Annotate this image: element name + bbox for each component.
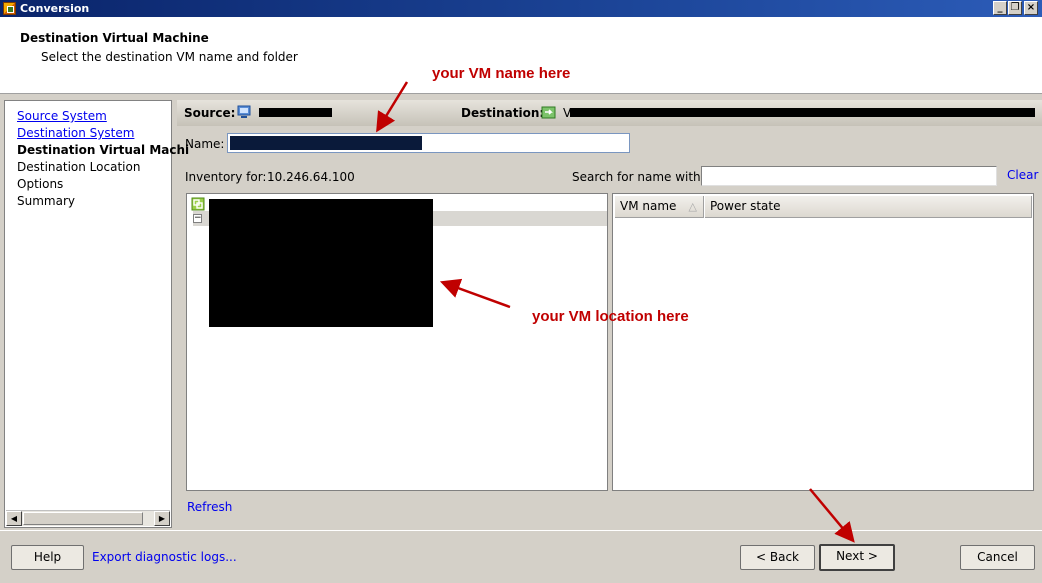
page-subtitle: Select the destination VM name and folde… [41,50,298,64]
refresh-link[interactable]: Refresh [187,500,232,514]
folder-tree[interactable]: − [186,193,608,491]
source-name-redacted [259,108,332,117]
footer-divider [0,530,1042,531]
clear-link[interactable]: Clear [1007,168,1038,182]
source-machine-icon [236,105,252,119]
column-power-state-label: Power state [710,199,781,213]
annotation-vm-location: your VM location here [532,308,689,325]
column-vm-name-label: VM name [620,199,677,213]
back-button[interactable]: < Back [740,545,815,570]
name-label: Name: [185,137,225,151]
scroll-right-icon[interactable]: ▶ [154,511,170,526]
inventory-host: 10.246.64.100 [267,170,355,184]
help-button[interactable]: Help [11,545,84,570]
destination-label: Destination: [461,106,545,120]
search-label: Search for name with: [572,170,705,184]
app-icon [3,2,16,15]
source-destination-bar: Source: Destination: V [177,100,1042,126]
step-summary: Summary [17,194,75,208]
cancel-button[interactable]: Cancel [960,545,1035,570]
annotation-vm-name: your VM name here [432,65,571,82]
next-button[interactable]: Next > [819,544,895,571]
window-title: Conversion [20,2,90,15]
vm-name-input[interactable] [227,133,630,153]
export-diagnostic-logs-link[interactable]: Export diagnostic logs... [92,550,237,564]
restore-button[interactable]: ❐ [1008,1,1022,15]
scroll-left-icon[interactable]: ◀ [6,511,22,526]
destination-vm-icon [541,105,557,120]
datacenter-icon [191,197,205,211]
scroll-thumb[interactable] [23,512,143,525]
step-source-system[interactable]: Source System [17,109,107,123]
inventory-label: Inventory for: [185,170,267,184]
step-destination-system[interactable]: Destination System [17,126,134,140]
wizard-footer: Help Export diagnostic logs... < Back Ne… [0,530,1042,583]
column-power-state[interactable]: Power state [705,196,1032,218]
tree-collapse-icon[interactable]: − [193,214,202,223]
step-destination-location: Destination Location [17,160,141,174]
destination-name-redacted [570,108,1035,117]
page-title: Destination Virtual Machine [20,31,209,45]
sort-arrow-icon: △ [688,200,697,213]
minimize-button[interactable]: _ [993,1,1007,15]
wizard-header: Destination Virtual Machine Select the d… [0,17,1042,94]
nav-horizontal-scrollbar[interactable]: ◀ ▶ [6,510,170,526]
source-label: Source: [184,106,236,120]
step-options: Options [17,177,64,191]
vm-list[interactable]: VM name △ Power state [612,193,1034,491]
column-vm-name[interactable]: VM name △ [615,196,704,218]
step-destination-virtual-machine: Destination Virtual Machi [17,143,190,157]
close-button[interactable]: × [1024,1,1038,15]
search-input[interactable] [701,166,997,186]
vm-name-selected-text-redacted [230,136,422,150]
tree-contents-redacted [209,199,433,327]
wizard-steps-panel: Source System Destination System Destina… [4,100,189,528]
title-bar: Conversion _ ❐ × [0,0,1042,17]
